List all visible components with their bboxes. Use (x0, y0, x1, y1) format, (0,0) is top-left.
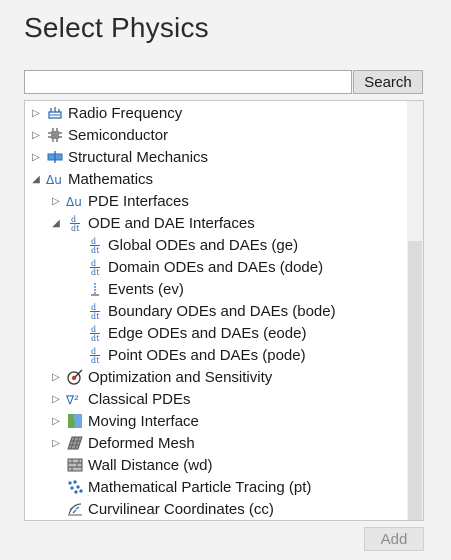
ode-dae-icon: d dt (66, 214, 84, 232)
tree-item-wall-distance[interactable]: Wall Distance (wd) (25, 454, 407, 476)
expand-arrow-icon[interactable]: ▷ (30, 124, 42, 146)
deformed-mesh-icon (66, 434, 84, 452)
tree-scrollbar[interactable] (407, 101, 423, 520)
ode-dae-icon: d dt (86, 324, 104, 342)
tree-item-structural-mechanics[interactable]: ▷ Structural Mechanics (25, 146, 407, 168)
expand-arrow-icon[interactable]: ▷ (30, 146, 42, 168)
tree-item-radio-frequency[interactable]: ▷ Radio Frequency (25, 102, 407, 124)
svg-text:dt: dt (91, 268, 100, 276)
tree-item-mathematics[interactable]: ◢ Δu Mathematics (25, 168, 407, 190)
svg-text:dt: dt (91, 312, 100, 320)
tree-item-label: Domain ODEs and DAEs (dode) (108, 258, 324, 276)
structural-mechanics-icon (46, 148, 64, 166)
tree-item-ode-dae-interfaces[interactable]: ◢ d dt ODE and DAE Interfaces (25, 212, 407, 234)
search-input[interactable] (24, 70, 352, 94)
tree-item-classical-pdes[interactable]: ▷ ∇² Classical PDEs (25, 388, 407, 410)
expand-arrow-icon[interactable]: ▷ (50, 388, 62, 410)
particle-tracing-icon (66, 478, 84, 496)
ode-dae-icon: d dt (86, 258, 104, 276)
ode-dae-icon: d dt (86, 302, 104, 320)
expand-arrow-icon[interactable]: ▷ (50, 432, 62, 454)
svg-text:Δu: Δu (66, 195, 82, 209)
tree-item-label: ODE and DAE Interfaces (88, 214, 255, 232)
tree-item-label: Optimization and Sensitivity (88, 368, 273, 386)
optimization-icon (66, 368, 84, 386)
tree-item-optimization[interactable]: ▷ Optimization and Sensitivity (25, 366, 407, 388)
svg-text:d: d (91, 347, 96, 356)
tree-item-label: Structural Mechanics (68, 148, 209, 166)
pde-interfaces-icon: Δu (66, 192, 84, 210)
scrollbar-thumb[interactable] (408, 241, 422, 520)
svg-text:d: d (91, 237, 96, 246)
tree-item-label: Classical PDEs (88, 390, 191, 408)
expand-arrow-icon[interactable]: ▷ (50, 366, 62, 388)
page-title: Select Physics (24, 12, 209, 43)
svg-text:d: d (91, 325, 96, 334)
collapse-arrow-icon[interactable]: ◢ (50, 212, 62, 234)
tree-item-label: Mathematical Particle Tracing (pt) (88, 478, 312, 496)
tree-item-moving-interface[interactable]: ▷ Moving Interface (25, 410, 407, 432)
classical-pdes-icon: ∇² (66, 390, 84, 408)
svg-text:d: d (71, 215, 76, 224)
tree-item-pde-interfaces[interactable]: ▷ Δu PDE Interfaces (25, 190, 407, 212)
svg-text:Δu: Δu (46, 173, 62, 187)
svg-text:dt: dt (91, 246, 100, 254)
tree-item-domain-odes[interactable]: d dt Domain ODEs and DAEs (dode) (25, 256, 407, 278)
ode-dae-icon: d dt (86, 346, 104, 364)
svg-text:∇²: ∇² (66, 393, 79, 407)
search-button[interactable]: Search (353, 70, 423, 94)
tree-item-label: Radio Frequency (68, 104, 183, 122)
collapse-arrow-icon[interactable]: ◢ (30, 168, 42, 190)
tree-item-label: Boundary ODEs and DAEs (bode) (108, 302, 336, 320)
svg-text:dt: dt (91, 356, 100, 364)
tree-item-label: Semiconductor (68, 126, 169, 144)
moving-interface-icon (66, 412, 84, 430)
radio-frequency-icon (46, 104, 64, 122)
wall-distance-icon (66, 456, 84, 474)
semiconductor-icon (46, 126, 64, 144)
tree-item-label: PDE Interfaces (88, 192, 189, 210)
tree-item-label: Wall Distance (wd) (88, 456, 213, 474)
tree-item-edge-odes[interactable]: d dt Edge ODEs and DAEs (eode) (25, 322, 407, 344)
tree-item-label: Edge ODEs and DAEs (eode) (108, 324, 307, 342)
tree-item-label: Deformed Mesh (88, 434, 195, 452)
mathematics-icon: Δu (46, 170, 64, 188)
tree-item-label: Point ODEs and DAEs (pode) (108, 346, 306, 364)
tree-item-semiconductor[interactable]: ▷ Semiconductor (25, 124, 407, 146)
expand-arrow-icon[interactable]: ▷ (50, 410, 62, 432)
tree-item-global-odes[interactable]: d dt Global ODEs and DAEs (ge) (25, 234, 407, 256)
ode-dae-icon: d dt (86, 236, 104, 254)
tree-item-point-odes[interactable]: d dt Point ODEs and DAEs (pode) (25, 344, 407, 366)
tree-item-deformed-mesh[interactable]: ▷ Deformed Mesh (25, 432, 407, 454)
add-button[interactable]: Add (364, 527, 424, 551)
expand-arrow-icon[interactable]: ▷ (30, 102, 42, 124)
tree-item-label: Moving Interface (88, 412, 199, 430)
tree-item-label: Events (ev) (108, 280, 184, 298)
svg-text:d: d (91, 303, 96, 312)
tree-item-label: Global ODEs and DAEs (ge) (108, 236, 299, 254)
tree-item-particle-tracing[interactable]: Mathematical Particle Tracing (pt) (25, 476, 407, 498)
events-icon (86, 280, 104, 298)
svg-text:dt: dt (71, 224, 80, 232)
tree-item-label: Mathematics (68, 170, 154, 188)
tree-item-label: Curvilinear Coordinates (cc) (88, 500, 274, 518)
expand-arrow-icon[interactable]: ▷ (50, 190, 62, 212)
tree-item-curvilinear-coordinates[interactable]: Curvilinear Coordinates (cc) (25, 498, 407, 520)
svg-text:d: d (91, 259, 96, 268)
tree-item-events[interactable]: Events (ev) (25, 278, 407, 300)
svg-text:dt: dt (91, 334, 100, 342)
physics-tree[interactable]: ▷ Radio Frequency ▷ Semiconductor ▷ Stru… (24, 100, 424, 521)
curvilinear-coordinates-icon (66, 500, 84, 518)
tree-item-boundary-odes[interactable]: d dt Boundary ODEs and DAEs (bode) (25, 300, 407, 322)
